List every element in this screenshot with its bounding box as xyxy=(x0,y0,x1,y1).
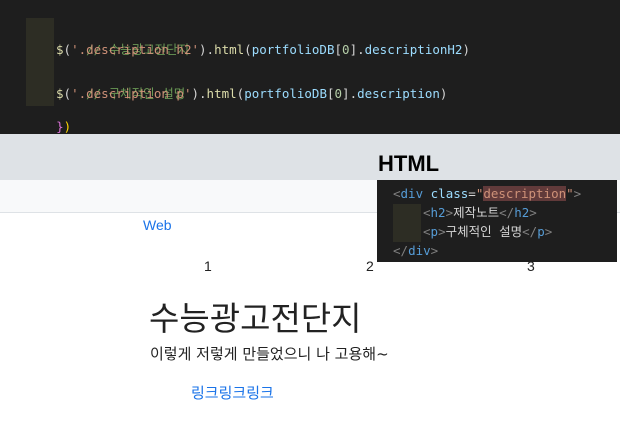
code-number: 0 xyxy=(342,42,350,57)
snippet-tag: h2 xyxy=(514,205,530,220)
snippet-tag: div xyxy=(400,186,424,201)
snippet-token: </ xyxy=(393,243,409,258)
code-line-2: $('.description h2').html(portfolioDB[0]… xyxy=(56,39,470,61)
snippet-token: < xyxy=(423,205,431,220)
code-method: html xyxy=(214,42,245,57)
indent-guide xyxy=(26,18,54,40)
snippet-tag: p xyxy=(537,224,545,239)
portfolio-description: 이렇게 저렇게 만들었으니 나 고용해~ xyxy=(150,345,389,363)
category-link-web[interactable]: Web xyxy=(143,217,172,233)
code-editor: // 수능광고전단지 $('.description h2').html(por… xyxy=(0,0,620,134)
snippet-tag: div xyxy=(408,243,431,258)
snippet-token: = xyxy=(468,186,476,201)
snippet-token: > xyxy=(529,205,537,220)
snippet-value: description xyxy=(483,186,567,201)
code-token: ( xyxy=(244,42,252,57)
code-string: '.description h2' xyxy=(71,42,199,57)
code-string: '.description p' xyxy=(71,86,192,101)
html-snippet-panel: <div class="description"> <h2>제작노트</h2> … xyxy=(377,180,617,262)
snippet-line-1: <div class="description"> xyxy=(393,184,581,203)
indent-guide xyxy=(393,204,421,242)
snippet-text: 제작노트 xyxy=(453,205,500,220)
snippet-token: > xyxy=(544,224,553,239)
indent-guide xyxy=(26,40,54,62)
code-token: ) xyxy=(63,119,72,134)
code-property: description xyxy=(357,86,440,101)
page-number-3[interactable]: 3 xyxy=(527,258,535,274)
code-token: ) xyxy=(439,86,448,101)
code-token: ( xyxy=(63,42,72,57)
code-token: ) xyxy=(462,42,470,57)
code-variable: portfolioDB xyxy=(251,42,335,57)
code-method: html xyxy=(206,86,237,101)
snippet-token: > xyxy=(573,186,582,201)
code-token: [ xyxy=(326,86,335,101)
snippet-attr: class xyxy=(430,186,469,201)
code-line-1: // 수능광고전단지 xyxy=(56,17,189,57)
snippet-line-4: </div> xyxy=(393,241,438,260)
snippet-token: < xyxy=(423,224,431,239)
code-number: 0 xyxy=(334,86,343,101)
snippet-token: > xyxy=(430,243,439,258)
snippet-token: > xyxy=(445,205,454,220)
code-line-3: // 구체적인 설명 xyxy=(56,61,185,101)
code-token: ). xyxy=(199,42,215,57)
page-number-1[interactable]: 1 xyxy=(204,258,212,274)
portfolio-title: 수능광고전단지 xyxy=(149,299,362,338)
snippet-token: < xyxy=(393,186,401,201)
code-token: } xyxy=(56,119,64,134)
code-token: ). xyxy=(191,86,207,101)
code-token: ]. xyxy=(349,42,365,57)
snippet-token: " xyxy=(566,186,574,201)
indent-guide xyxy=(26,62,54,84)
code-variable: portfolioDB xyxy=(244,86,327,101)
snippet-line-3: <p>구체적인 설명</p> xyxy=(423,222,552,241)
code-token: ]. xyxy=(342,86,358,101)
code-property: descriptionH2 xyxy=(364,42,463,57)
snippet-tag: h2 xyxy=(430,205,446,220)
code-line-5: }) xyxy=(26,94,71,134)
snippet-tag: p xyxy=(430,224,439,239)
page-number-2[interactable]: 2 xyxy=(366,258,374,274)
snippet-line-2: <h2>제작노트</h2> xyxy=(423,203,537,222)
section-band xyxy=(0,134,620,180)
code-token: $ xyxy=(56,42,64,57)
portfolio-link[interactable]: 링크링크링크 xyxy=(191,382,274,403)
section-heading: HTML xyxy=(378,151,440,176)
snippet-token: > xyxy=(438,224,446,239)
code-token: [ xyxy=(334,42,343,57)
snippet-token: </ xyxy=(499,205,515,220)
snippet-token: </ xyxy=(522,224,538,239)
snippet-text: 구체적인 설명 xyxy=(445,224,523,239)
code-line-4: $('.description p').html(portfolioDB[0].… xyxy=(56,83,447,105)
